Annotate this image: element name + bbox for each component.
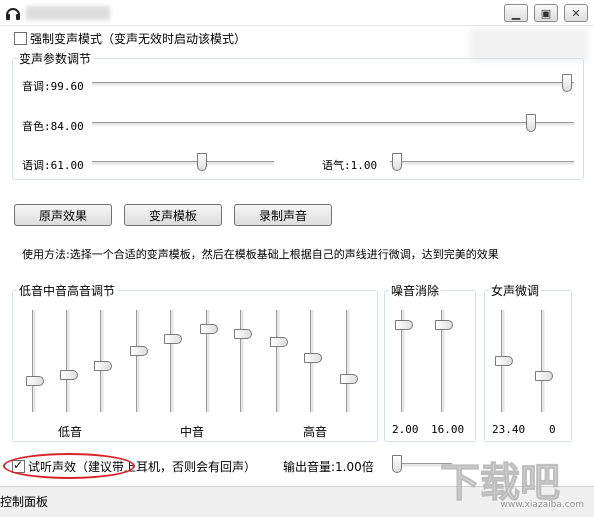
eq-label-low: 低音 bbox=[58, 425, 83, 439]
tone-slider-track[interactable] bbox=[390, 161, 574, 165]
status-bar-text: 控制面板 bbox=[0, 495, 49, 509]
close-icon: ✕ bbox=[571, 6, 581, 20]
eq-slider-track[interactable] bbox=[32, 310, 36, 412]
eq-slider-thumb[interactable] bbox=[270, 336, 288, 347]
speed-label: 语调:61.00 bbox=[22, 159, 84, 172]
timbre-label: 音色:84.00 bbox=[22, 120, 84, 133]
noise-slider-thumb[interactable] bbox=[435, 320, 453, 331]
voice-template-button[interactable]: 变声模板 bbox=[124, 204, 222, 226]
output-volume-thumb[interactable] bbox=[392, 455, 402, 473]
eq-label-mid: 中音 bbox=[180, 425, 205, 439]
female-value-1: 23.40 bbox=[492, 423, 526, 436]
noise-reduction-group: 噪音消除 bbox=[384, 282, 476, 442]
close-button[interactable]: ✕ bbox=[564, 4, 588, 22]
noise-reduction-legend: 噪音消除 bbox=[391, 284, 440, 298]
tone-slider-thumb[interactable] bbox=[392, 153, 402, 171]
eq-slider-thumb[interactable] bbox=[94, 361, 112, 372]
speed-slider-track[interactable] bbox=[92, 161, 274, 165]
output-volume-label: 输出音量:1.00倍 bbox=[283, 460, 374, 474]
eq-slider-thumb[interactable] bbox=[130, 345, 148, 356]
eq-slider-track[interactable] bbox=[276, 310, 280, 412]
record-voice-button[interactable]: 录制声音 bbox=[234, 204, 332, 226]
title-bar: ▁ ▣ ✕ bbox=[0, 0, 594, 26]
maximize-button[interactable]: ▣ bbox=[534, 4, 558, 22]
watermark-url: www.xiazaiba.com bbox=[500, 500, 584, 510]
timbre-slider-track[interactable] bbox=[92, 122, 574, 126]
voice-params-legend: 变声参数调节 bbox=[19, 52, 92, 66]
female-slider-track[interactable] bbox=[541, 310, 545, 412]
eq-slider-track[interactable] bbox=[346, 310, 350, 412]
noise-value-2: 16.00 bbox=[431, 423, 465, 436]
pitch-slider-thumb[interactable] bbox=[562, 74, 572, 92]
eq-legend: 低音中音高音调节 bbox=[19, 284, 116, 298]
eq-slider-track[interactable] bbox=[136, 310, 140, 412]
noise-slider-thumb[interactable] bbox=[395, 320, 413, 331]
minimize-icon: ▁ bbox=[511, 6, 521, 20]
minimize-button[interactable]: ▁ bbox=[504, 4, 528, 22]
force-mode-label: 强制变声模式（变声无效时启动该模式） bbox=[30, 32, 247, 46]
original-voice-button[interactable]: 原声效果 bbox=[14, 204, 112, 226]
female-voice-legend: 女声微调 bbox=[491, 284, 540, 298]
maximize-icon: ▣ bbox=[540, 6, 552, 20]
female-value-2: 0 bbox=[549, 423, 556, 436]
pitch-slider-track[interactable] bbox=[92, 82, 574, 86]
force-mode-checkbox-row[interactable]: 强制变声模式（变声无效时启动该模式） bbox=[14, 30, 246, 47]
force-mode-checkbox[interactable] bbox=[14, 32, 27, 45]
eq-slider-thumb[interactable] bbox=[26, 376, 44, 387]
window-title-blurred bbox=[26, 6, 110, 20]
eq-slider-thumb[interactable] bbox=[200, 324, 218, 335]
tone-label: 语气:1.00 bbox=[322, 159, 378, 172]
eq-slider-thumb[interactable] bbox=[234, 329, 252, 340]
eq-slider-thumb[interactable] bbox=[340, 374, 358, 385]
speed-slider-thumb[interactable] bbox=[197, 153, 207, 171]
eq-slider-track[interactable] bbox=[240, 310, 244, 412]
highlight-oval bbox=[3, 453, 135, 479]
eq-slider-thumb[interactable] bbox=[60, 370, 78, 381]
eq-slider-thumb[interactable] bbox=[164, 333, 182, 344]
eq-slider-thumb[interactable] bbox=[304, 352, 322, 363]
headphones-app-icon bbox=[6, 8, 20, 20]
eq-slider-track[interactable] bbox=[170, 310, 174, 412]
usage-instructions: 使用方法:选择一个合适的变声模板，然后在模板基础上根据自己的声线进行微调，达到完… bbox=[22, 248, 499, 261]
timbre-slider-thumb[interactable] bbox=[526, 114, 536, 132]
noise-value-1: 2.00 bbox=[392, 423, 419, 436]
female-slider-thumb[interactable] bbox=[495, 356, 513, 366]
pitch-label: 音调:99.60 bbox=[22, 80, 84, 93]
eq-slider-track[interactable] bbox=[66, 310, 70, 412]
eq-label-high: 高音 bbox=[303, 425, 328, 439]
female-slider-thumb[interactable] bbox=[535, 371, 553, 382]
